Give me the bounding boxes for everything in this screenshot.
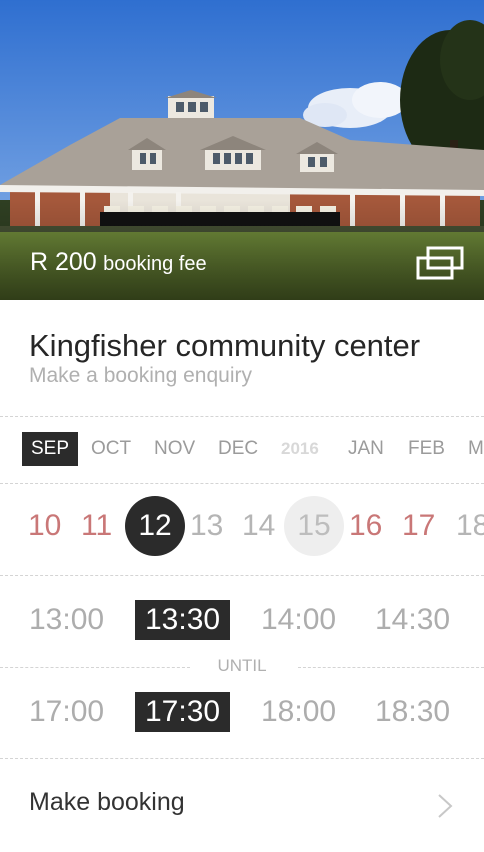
divider xyxy=(298,667,484,668)
start-time-selector: 13:00 13:30 14:00 14:30 xyxy=(0,600,484,644)
start-time-1330[interactable]: 13:30 xyxy=(135,600,231,640)
day-selector: 10 11 12 13 14 15 16 17 18 xyxy=(0,496,484,560)
venue-title: Kingfisher community center xyxy=(29,328,421,363)
year-label: 2016 xyxy=(281,439,319,458)
divider xyxy=(0,758,484,759)
day-12[interactable]: 12 xyxy=(125,496,185,556)
divider xyxy=(0,483,484,484)
end-time-1830[interactable]: 18:30 xyxy=(375,692,450,732)
end-time-1730[interactable]: 17:30 xyxy=(135,692,231,732)
until-label: UNTIL xyxy=(217,656,267,675)
gallery-icon[interactable] xyxy=(416,246,464,280)
chevron-right-icon[interactable] xyxy=(434,793,456,819)
end-time-1700[interactable]: 17:00 xyxy=(29,692,104,732)
month-dec[interactable]: DEC xyxy=(218,432,258,466)
divider xyxy=(0,416,484,417)
month-oct[interactable]: OCT xyxy=(91,432,131,466)
day-13[interactable]: 13 xyxy=(190,496,223,556)
day-18[interactable]: 18 xyxy=(456,496,484,556)
venue-subtitle: Make a booking enquiry xyxy=(29,364,252,387)
day-15[interactable]: 15 xyxy=(284,496,344,556)
month-mar[interactable]: M xyxy=(468,432,484,466)
start-time-1400[interactable]: 14:00 xyxy=(261,600,336,640)
month-selector: SEP OCT NOV DEC 2016 JAN FEB M xyxy=(0,432,484,468)
fee-label: booking fee xyxy=(103,253,207,275)
day-16[interactable]: 16 xyxy=(349,496,382,556)
start-time-1430[interactable]: 14:30 xyxy=(375,600,450,640)
month-nov[interactable]: NOV xyxy=(154,432,195,466)
month-feb[interactable]: FEB xyxy=(408,432,445,466)
divider xyxy=(0,575,484,576)
day-11[interactable]: 11 xyxy=(81,496,112,556)
end-time-1800[interactable]: 18:00 xyxy=(261,692,336,732)
day-17[interactable]: 17 xyxy=(402,496,435,556)
day-14[interactable]: 14 xyxy=(242,496,275,556)
end-time-selector: 17:00 17:30 18:00 18:30 xyxy=(0,692,484,736)
booking-fee: R 200 booking fee xyxy=(30,248,207,277)
make-booking-button[interactable]: Make booking xyxy=(29,788,185,817)
fee-amount: R 200 xyxy=(30,248,97,276)
day-10[interactable]: 10 xyxy=(28,496,61,556)
month-jan[interactable]: JAN xyxy=(348,432,384,466)
hero-image: R 200 booking fee xyxy=(0,0,484,300)
month-sep[interactable]: SEP xyxy=(22,432,79,466)
start-time-1300[interactable]: 13:00 xyxy=(29,600,104,640)
